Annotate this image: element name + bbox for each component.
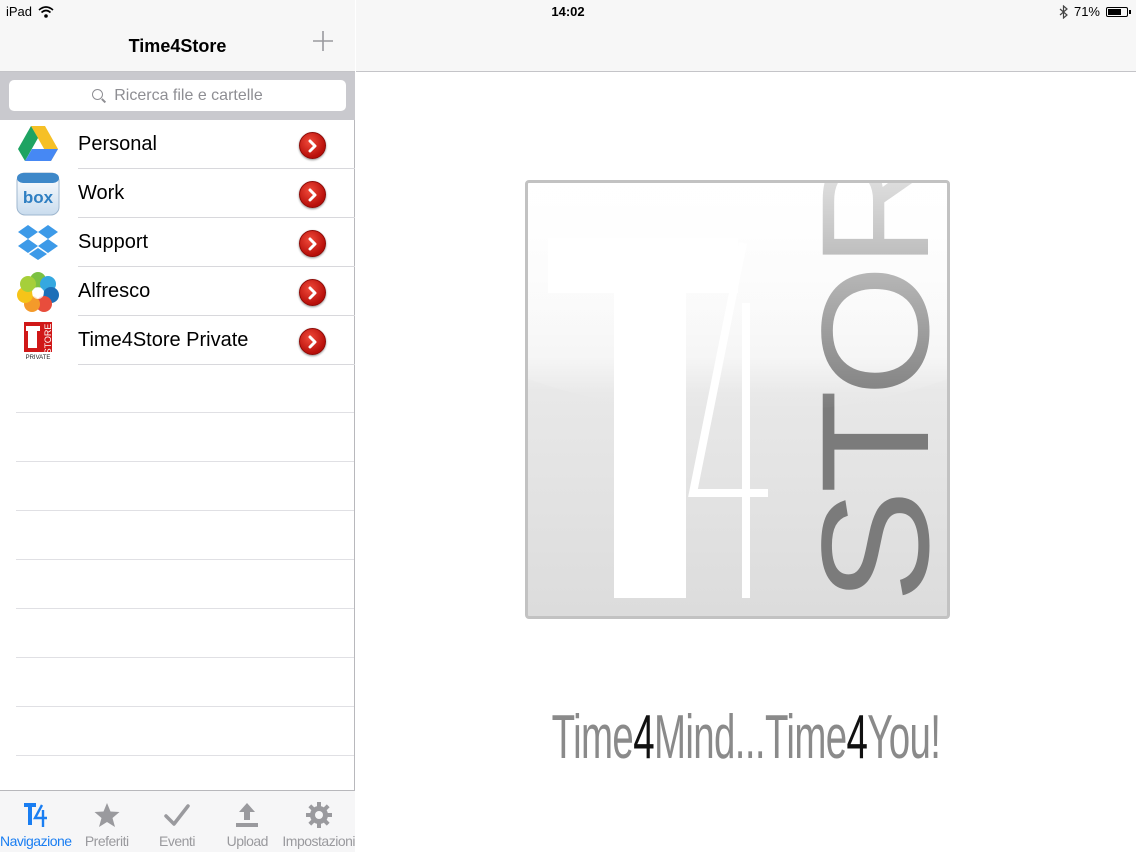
battery-percent: 71%: [1073, 4, 1100, 19]
svg-text:STORE: STORE: [43, 324, 53, 355]
tab-bar: Navigazione Preferiti Eventi Upload Impo…: [0, 790, 355, 852]
slogan-part: Time: [551, 703, 634, 772]
tab-preferiti[interactable]: Preferiti: [72, 791, 142, 852]
bluetooth-icon: [1059, 4, 1068, 19]
slogan-digit: 4: [633, 703, 654, 772]
tab-eventi[interactable]: Eventi: [142, 791, 212, 852]
account-label: Time4Store Private: [78, 329, 249, 351]
alfresco-icon: [16, 270, 60, 314]
tab-label: Impostazioni: [282, 833, 355, 849]
tab-label: Navigazione: [0, 833, 72, 849]
account-row[interactable]: Alfresco: [0, 267, 355, 316]
dropbox-icon: [16, 221, 60, 265]
sidebar-title: Time4Store: [128, 36, 227, 56]
account-label: Alfresco: [78, 280, 151, 302]
t4-icon: [23, 799, 49, 831]
svg-text:box: box: [23, 188, 54, 207]
account-row[interactable]: Support: [0, 218, 355, 267]
status-right: 71%: [1059, 4, 1131, 19]
empty-row: [16, 609, 354, 658]
battery-level: [1108, 8, 1121, 15]
disclosure-button[interactable]: [299, 230, 326, 257]
account-label: Work: [78, 182, 125, 204]
chevron-right-icon: [308, 335, 317, 349]
battery-icon: [1106, 6, 1131, 17]
search-bar: Ricerca file e cartelle: [0, 72, 355, 120]
disclosure-button[interactable]: [299, 132, 326, 159]
empty-row: [16, 364, 354, 413]
slogan-digit: 4: [846, 703, 868, 772]
sidebar: Time4Store Ricerca file e cartelle Perso: [0, 0, 355, 852]
tab-label: Upload: [226, 833, 269, 849]
time4store-logo: STORE: [525, 180, 950, 619]
account-list: Personal box Work Support Alfresco STORE…: [0, 120, 355, 365]
slogan: Time4Mind...Time4You!: [504, 702, 988, 773]
status-bar: iPad 14:02 71%: [0, 0, 1136, 24]
disclosure-button[interactable]: [299, 181, 326, 208]
plus-icon: [313, 31, 333, 51]
box-icon: box: [16, 172, 60, 216]
search-placeholder: Ricerca file e cartelle: [114, 86, 263, 104]
chevron-right-icon: [308, 188, 317, 202]
account-row[interactable]: box Work: [0, 169, 355, 218]
chevron-right-icon: [308, 139, 317, 153]
tab-impostazioni[interactable]: Impostazioni: [282, 791, 355, 852]
empty-row: [16, 560, 354, 609]
account-label: Support: [78, 231, 149, 253]
tab-upload[interactable]: Upload: [212, 791, 282, 852]
detail-pane: STORE Time4Mind...Time4You!: [356, 0, 1136, 852]
star-icon: [93, 799, 121, 831]
empty-row: [16, 413, 354, 462]
slogan-part: You!: [867, 703, 941, 772]
google-drive-icon: [16, 123, 60, 167]
tab-label: Preferiti: [84, 833, 129, 849]
account-row[interactable]: STORE PRIVATE Time4Store Private: [0, 316, 355, 365]
tab-navigazione[interactable]: Navigazione: [0, 791, 72, 852]
account-row[interactable]: Personal: [0, 120, 355, 169]
empty-row: [16, 462, 354, 511]
tab-label: Eventi: [159, 833, 195, 849]
empty-list-area: [16, 364, 354, 756]
disclosure-button[interactable]: [299, 279, 326, 306]
add-account-button[interactable]: [311, 30, 335, 54]
chevron-right-icon: [308, 237, 317, 251]
upload-icon: [233, 799, 261, 831]
slogan-part: Mind...Time: [653, 703, 847, 772]
chevron-right-icon: [308, 286, 317, 300]
t4store-logo-graphic: STORE: [528, 183, 947, 603]
checkmark-icon: [163, 799, 191, 831]
disclosure-button[interactable]: [299, 328, 326, 355]
svg-text:PRIVATE: PRIVATE: [26, 355, 51, 361]
empty-row: [16, 658, 354, 707]
gear-icon: [305, 799, 333, 831]
empty-row: [16, 511, 354, 560]
status-time: 14:02: [551, 4, 585, 19]
search-icon: [92, 88, 106, 103]
search-input[interactable]: Ricerca file e cartelle: [9, 80, 346, 111]
time4store-private-icon: STORE PRIVATE: [16, 319, 60, 363]
empty-row: [16, 707, 354, 756]
account-label: Personal: [78, 133, 157, 155]
